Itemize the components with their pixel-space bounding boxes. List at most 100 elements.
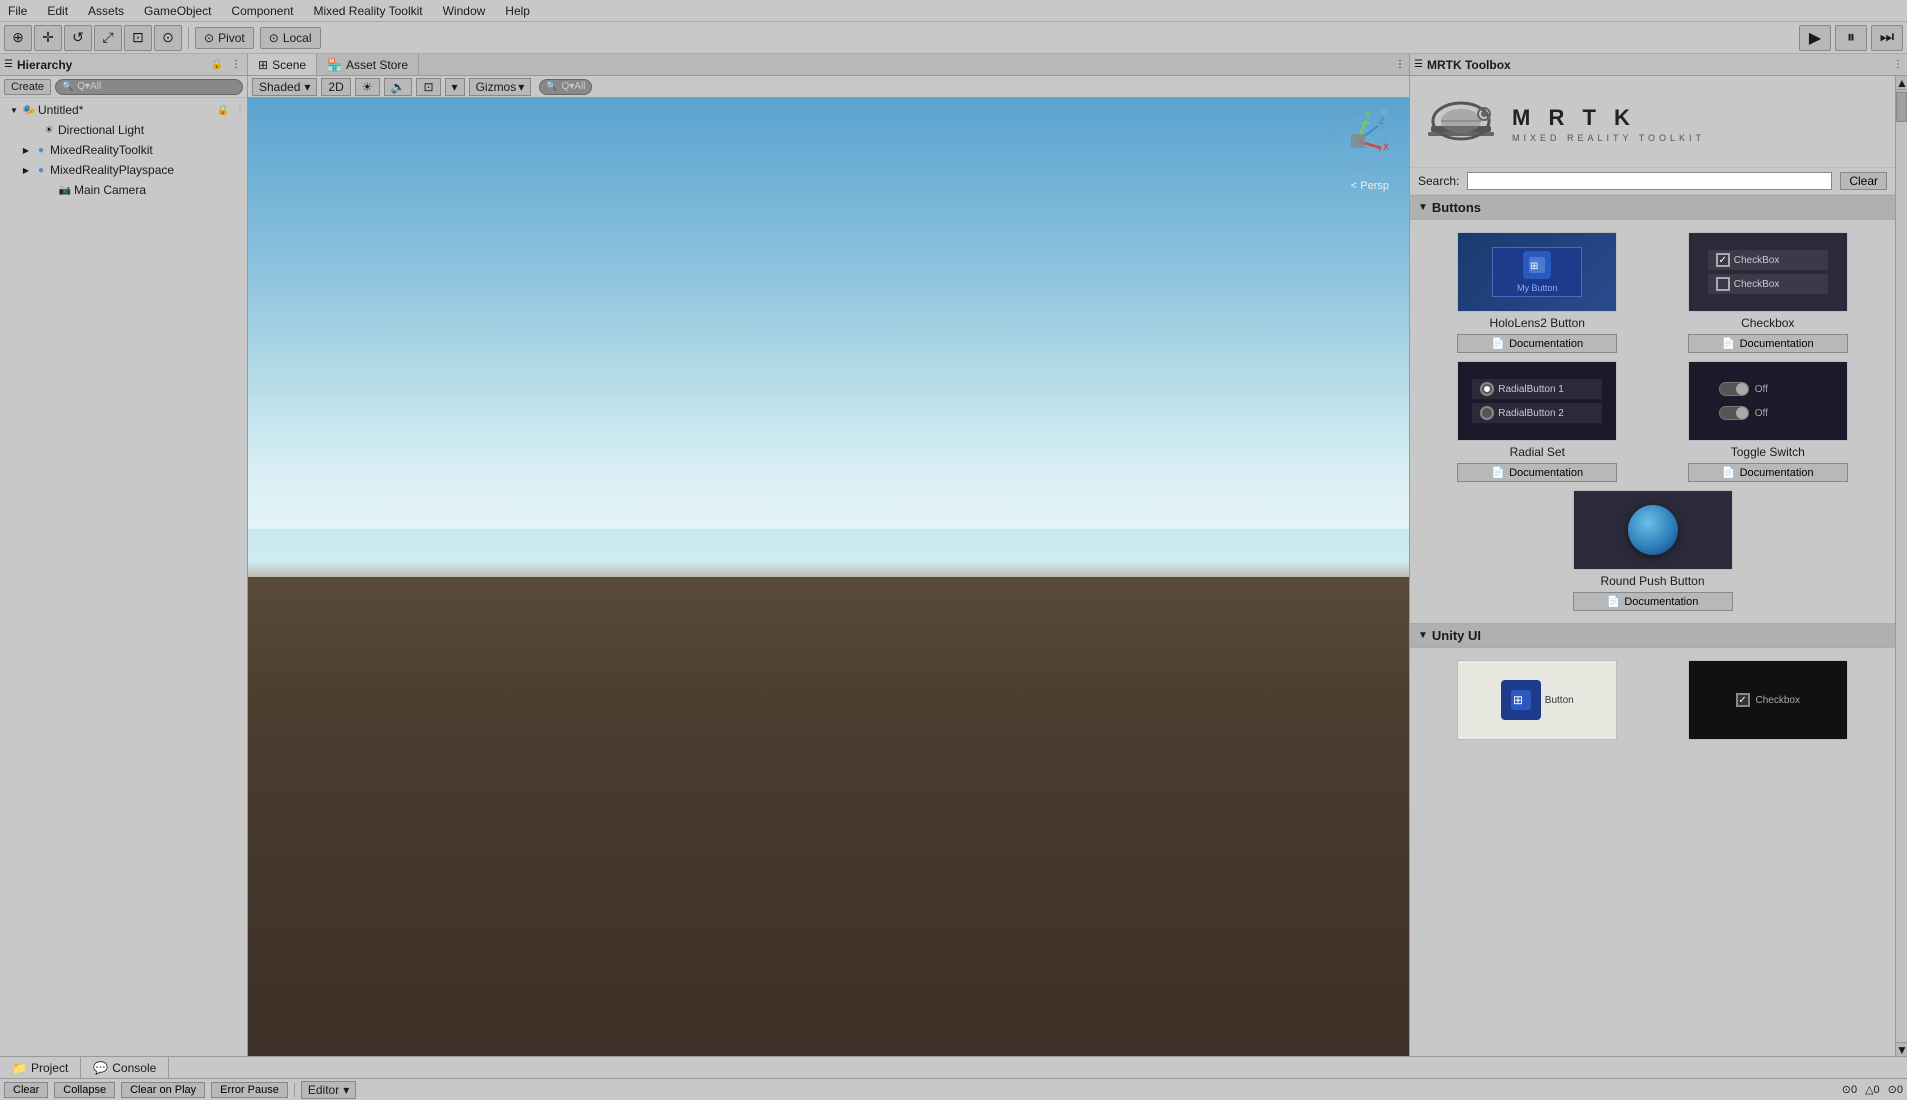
radial-label: Radial Set (1510, 445, 1565, 459)
scene-tab-label: Scene (272, 58, 306, 72)
scene-search-box[interactable]: 🔍 Q▾All (539, 79, 592, 95)
audio-btn[interactable]: 🔊 (384, 78, 413, 96)
mrtk-roundpush-preview[interactable] (1573, 490, 1733, 570)
scene-tab-controls: ⋮ (1395, 59, 1409, 70)
gizmos-button[interactable]: Gizmos ▾ (469, 78, 532, 96)
mrtk-big-title: M R T K (1512, 105, 1705, 131)
checkbox-box-1: ✓ (1716, 253, 1730, 267)
play-button[interactable]: ▶ (1799, 25, 1831, 51)
menu-file[interactable]: File (4, 2, 31, 20)
toolbar-move-btn[interactable]: ✛ (34, 25, 62, 51)
mrtk-clear-button[interactable]: Clear (1840, 172, 1887, 190)
mrtk-checkbox-preview[interactable]: ✓ CheckBox CheckBox (1688, 232, 1848, 312)
mrtk-buttons-section-header[interactable]: ▼ Buttons (1410, 195, 1895, 220)
toolbar-rotate-btn[interactable]: ↺ (64, 25, 92, 51)
scene-tab-close[interactable]: ⋮ (1395, 59, 1405, 70)
tree-item-directional-light[interactable]: ☀ Directional Light (0, 120, 247, 140)
hololen2-doc-btn[interactable]: 📄 Documentation (1457, 334, 1617, 353)
tree-label-maincamera: Main Camera (74, 183, 146, 197)
checkbox-doc-btn[interactable]: 📄 Documentation (1688, 334, 1848, 353)
mrtk-unity-button-item: ⊞ Button (1426, 660, 1649, 740)
tab-project[interactable]: 📁 Project (0, 1057, 81, 1078)
radial-label-1: RadialButton 1 (1498, 384, 1564, 395)
toolbar-transform-btn[interactable]: ⊙ (154, 25, 182, 51)
console-sep (294, 1083, 295, 1097)
tree-item-maincamera[interactable]: 📷 Main Camera (0, 180, 247, 200)
mrtk-unityui-section-header[interactable]: ▼ Unity UI (1410, 623, 1895, 648)
mrtk-checkbox-item: ✓ CheckBox CheckBox Checkbox (1657, 232, 1880, 353)
asset-store-label: Asset Store (346, 58, 408, 72)
lighting-btn[interactable]: ☀ (355, 78, 380, 96)
console-clearonplay-btn[interactable]: Clear on Play (121, 1082, 205, 1098)
toolbar-hand-btn[interactable]: ⊕ (4, 25, 32, 51)
mrtk-tab-close[interactable]: ⋮ (1893, 59, 1903, 70)
scrollbar-up-btn[interactable]: ▲ (1896, 76, 1907, 90)
step-button[interactable]: ⏭ (1871, 25, 1903, 51)
tree-item-mrtk[interactable]: ▶ ● MixedRealityToolkit (0, 140, 247, 160)
hierarchy-search[interactable]: 🔍 Q▾All (55, 79, 243, 95)
tree-label-mrplayspace: MixedRealityPlayspace (50, 163, 174, 177)
tree-arrow-maincamera (44, 184, 56, 196)
scene-tab-icon: ⊞ (258, 58, 268, 72)
gizmo-widget[interactable]: Y X Z × (1323, 106, 1393, 176)
scene-more-btn[interactable]: ▾ (445, 78, 465, 96)
pause-button[interactable]: ⏸ (1835, 25, 1867, 51)
console-clear-btn[interactable]: Clear (4, 1082, 48, 1098)
console-errorpause-btn[interactable]: Error Pause (211, 1082, 288, 1098)
scrollbar-down-btn[interactable]: ▼ (1896, 1042, 1907, 1056)
gizmos-label: Gizmos (476, 80, 517, 94)
radial-doc-btn[interactable]: 📄 Documentation (1457, 463, 1617, 482)
scene-view[interactable]: Y X Z × < Persp (248, 98, 1409, 1056)
local-label: Local (283, 31, 312, 45)
menu-mrtoolkit[interactable]: Mixed Reality Toolkit (309, 2, 426, 20)
checkbox-label-2: CheckBox (1734, 279, 1780, 290)
tree-item-mrplayspace[interactable]: ▶ ● MixedRealityPlayspace (0, 160, 247, 180)
tree-item-untitled[interactable]: ▼ 🎭 Untitled* 🔒 ⋮ (0, 100, 247, 120)
mrtk-hololen2-preview[interactable]: ⊞ My Button (1457, 232, 1617, 312)
scrollbar-thumb[interactable] (1896, 92, 1907, 122)
main-layout: ☰ Hierarchy 🔒 ⋮ Create 🔍 Q▾All ▼ 🎭 Untit… (0, 54, 1907, 1056)
menu-bar: File Edit Assets GameObject Component Mi… (0, 0, 1907, 22)
pivot-icon: ⊙ (204, 31, 214, 45)
hololen2-doc-label: Documentation (1509, 338, 1583, 350)
toggle-label-off-1: Off (1755, 384, 1768, 395)
hierarchy-search-icon: 🔍 (62, 81, 73, 92)
menu-edit[interactable]: Edit (43, 2, 72, 20)
console-tab-label: Console (112, 1061, 156, 1075)
2d-button[interactable]: 2D (321, 78, 350, 96)
mrtk-unity-checkbox-preview[interactable]: ✓ Checkbox (1688, 660, 1848, 740)
console-editor-dropdown[interactable]: Editor ▾ (301, 1081, 356, 1099)
tab-asset-store[interactable]: 🏪 Asset Store (317, 54, 419, 75)
hierarchy-lock-icon[interactable]: 🔒 (211, 59, 223, 70)
pivot-button[interactable]: ⊙ Pivot (195, 27, 254, 49)
mrtk-logo-svg (1426, 96, 1496, 151)
mrtk-search-input[interactable] (1467, 172, 1832, 190)
toolbar-rect-btn[interactable]: ⊡ (124, 25, 152, 51)
shaded-dropdown[interactable]: Shaded ▾ (252, 78, 317, 96)
pivot-label: Pivot (218, 31, 245, 45)
menu-assets[interactable]: Assets (84, 2, 128, 20)
roundpush-doc-btn[interactable]: 📄 Documentation (1573, 592, 1733, 611)
local-button[interactable]: ⊙ Local (260, 27, 321, 49)
mrtk-unity-button-preview[interactable]: ⊞ Button (1457, 660, 1617, 740)
unityui-section-label: Unity UI (1432, 628, 1481, 643)
menu-help[interactable]: Help (501, 2, 534, 20)
toolbar-scale-btn[interactable]: ⤢ (94, 25, 122, 51)
tab-console[interactable]: 💬 Console (81, 1057, 169, 1078)
menu-window[interactable]: Window (439, 2, 490, 20)
mrtk-scrollbar[interactable]: ▲ ▼ (1895, 76, 1907, 1056)
mrtk-radial-preview[interactable]: RadialButton 1 RadialButton 2 (1457, 361, 1617, 441)
toggle-doc-btn[interactable]: 📄 Documentation (1688, 463, 1848, 482)
tab-scene[interactable]: ⊞ Scene (248, 54, 317, 75)
mrtk-hololen2-item: ⊞ My Button HoloLens2 Button 📄 Documenta… (1426, 232, 1649, 353)
menu-gameobject[interactable]: GameObject (140, 2, 215, 20)
menu-component[interactable]: Component (227, 2, 297, 20)
scrollbar-track (1896, 122, 1907, 1042)
console-collapse-btn[interactable]: Collapse (54, 1082, 115, 1098)
create-button[interactable]: Create (4, 79, 51, 95)
mrtk-menu-icon: ☰ (1414, 59, 1423, 70)
fx-btn[interactable]: ⊡ (416, 78, 440, 96)
hierarchy-menu-icon: ☰ (4, 59, 13, 70)
hierarchy-kebab-icon[interactable]: ⋮ (231, 59, 241, 70)
mrtk-toggle-preview[interactable]: Off Off (1688, 361, 1848, 441)
